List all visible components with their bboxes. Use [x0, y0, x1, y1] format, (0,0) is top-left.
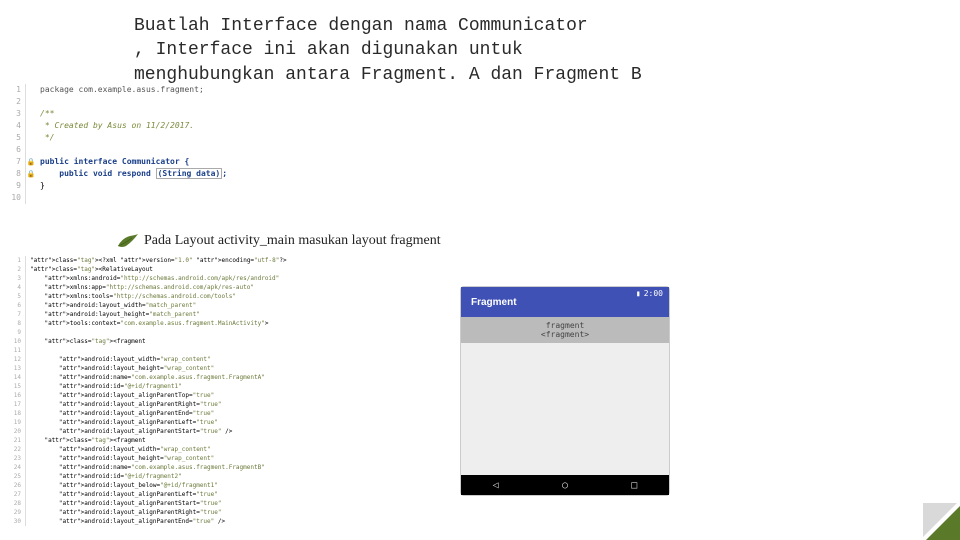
line-number: 14: [0, 373, 26, 382]
nav-recent-icon: □: [631, 480, 637, 491]
line-number: 23: [0, 454, 26, 463]
line-number: 26: [0, 481, 26, 490]
line-number: 30: [0, 517, 26, 526]
xml-code-block: 1"attr">class="tag"><?xml "attr">version…: [0, 256, 430, 526]
status-bar: ▮ 2:00: [636, 289, 663, 298]
code-line: "attr">tools:context="com.example.asus.f…: [26, 319, 268, 328]
app-bar: Fragment ▮ 2:00: [461, 287, 669, 317]
code-line: "attr">android:layout_alignParentRight="…: [26, 400, 222, 409]
code-line: "attr">android:layout_alignParentTop="tr…: [26, 391, 214, 400]
code-line: "attr">xmlns:app="http://schemas.android…: [26, 283, 254, 292]
heading-text: Buatlah Interface dengan nama Communicat…: [134, 14, 920, 87]
line-number: 6: [0, 144, 26, 156]
code-line: "attr">android:layout_height="wrap_conte…: [26, 364, 214, 373]
page-corner: [926, 506, 960, 540]
heading-line-1: Buatlah Interface dengan nama Communicat…: [134, 14, 920, 38]
leaf-icon: [116, 232, 140, 250]
heading-line-2: , Interface ini akan digunakan untuk: [134, 38, 920, 62]
line-number: 5: [0, 132, 26, 144]
line-number: 6: [0, 301, 26, 310]
code-line: "attr">android:layout_alignParentEnd="tr…: [26, 409, 214, 418]
line-number: 27: [0, 490, 26, 499]
line-number: 25: [0, 472, 26, 481]
line-number: 18: [0, 409, 26, 418]
line-number: 22: [0, 445, 26, 454]
line-number: 13: [0, 364, 26, 373]
nav-bar: ◁ ○ □: [461, 475, 669, 495]
line-number: 8: [0, 319, 26, 328]
code-line: "attr">class="tag"><RelativeLayout: [26, 265, 153, 274]
line-number: 10: [0, 337, 26, 346]
code-line: "attr">android:layout_alignParentEnd="tr…: [26, 517, 225, 526]
line-number: 10: [0, 192, 26, 204]
code-line: "attr">android:layout_alignParentStart="…: [26, 427, 232, 436]
code-line: "attr">android:layout_alignParentStart="…: [26, 499, 222, 508]
code-line: public void respond (String data);: [36, 168, 227, 180]
line-number: 7: [0, 156, 26, 168]
line-number: 15: [0, 382, 26, 391]
line-number: 4: [0, 283, 26, 292]
line-number: 1: [0, 84, 26, 96]
code-line: "attr">android:name="com.example.asus.fr…: [26, 463, 265, 472]
code-line: * Created by Asus on 11/2/2017.: [36, 120, 194, 132]
code-line: "attr">android:id="@+id/fragment1": [26, 382, 182, 391]
line-number: 16: [0, 391, 26, 400]
code-line: "attr">class="tag"><fragment: [26, 337, 146, 346]
code-line: "attr">android:layout_alignParentLeft="t…: [26, 418, 218, 427]
line-number: 29: [0, 508, 26, 517]
line-number: 4: [0, 120, 26, 132]
code-line: package com.example.asus.fragment;: [36, 84, 204, 96]
code-line: "attr">class="tag"><?xml "attr">version=…: [26, 256, 287, 265]
line-number: 2: [0, 265, 26, 274]
code-line: /**: [36, 108, 54, 120]
line-number: 11: [0, 346, 26, 355]
code-line: "attr">android:layout_width="match_paren…: [26, 301, 196, 310]
subheading-text: Pada Layout activity_main masukan layout…: [144, 233, 441, 249]
code-line: "attr">android:layout_height="match_pare…: [26, 310, 200, 319]
line-number: 5: [0, 292, 26, 301]
line-number: 9: [0, 328, 26, 337]
code-line: "attr">android:layout_width="wrap_conten…: [26, 355, 211, 364]
line-number: 28: [0, 499, 26, 508]
code-line: }: [36, 180, 45, 192]
fragment-a-placeholder: fragment <fragment>: [461, 317, 669, 343]
code-line: "attr">android:name="com.example.asus.fr…: [26, 373, 265, 382]
line-number: 3: [0, 274, 26, 283]
app-title: Fragment: [471, 297, 517, 308]
signal-icon: ▮: [636, 289, 641, 298]
code-line: public interface Communicator {: [36, 156, 189, 168]
code-line: "attr">android:layout_below="@+id/fragme…: [26, 481, 218, 490]
line-number: 12: [0, 355, 26, 364]
android-preview: Fragment ▮ 2:00 fragment <fragment> ◁ ○ …: [460, 286, 670, 496]
code-line: "attr">xmlns:tools="http://schemas.andro…: [26, 292, 236, 301]
line-number: 20: [0, 427, 26, 436]
code-line: "attr">android:id="@+id/fragment2": [26, 472, 182, 481]
code-line: "attr">android:layout_alignParentRight="…: [26, 508, 222, 517]
nav-back-icon: ◁: [493, 480, 499, 491]
line-number: 2: [0, 96, 26, 108]
line-number: 3: [0, 108, 26, 120]
line-number: 17: [0, 400, 26, 409]
java-code-block: 1 package com.example.asus.fragment; 23 /**…: [0, 84, 340, 204]
line-number: 7: [0, 310, 26, 319]
line-number: 24: [0, 463, 26, 472]
nav-home-icon: ○: [562, 480, 568, 491]
code-line: "attr">android:layout_alignParentLeft="t…: [26, 490, 218, 499]
code-line: "attr">class="tag"><fragment: [26, 436, 146, 445]
code-line: "attr">xmlns:android="http://schemas.and…: [26, 274, 279, 283]
code-line: "attr">android:layout_height="wrap_conte…: [26, 454, 214, 463]
line-number: 9: [0, 180, 26, 192]
gutter-icon: 🔒: [26, 168, 36, 180]
code-line: */: [36, 132, 54, 144]
clock-text: 2:00: [644, 289, 663, 298]
line-number: 19: [0, 418, 26, 427]
code-line: "attr">android:layout_width="wrap_conten…: [26, 445, 211, 454]
line-number: 8: [0, 168, 26, 180]
line-number: 21: [0, 436, 26, 445]
line-number: 1: [0, 256, 26, 265]
